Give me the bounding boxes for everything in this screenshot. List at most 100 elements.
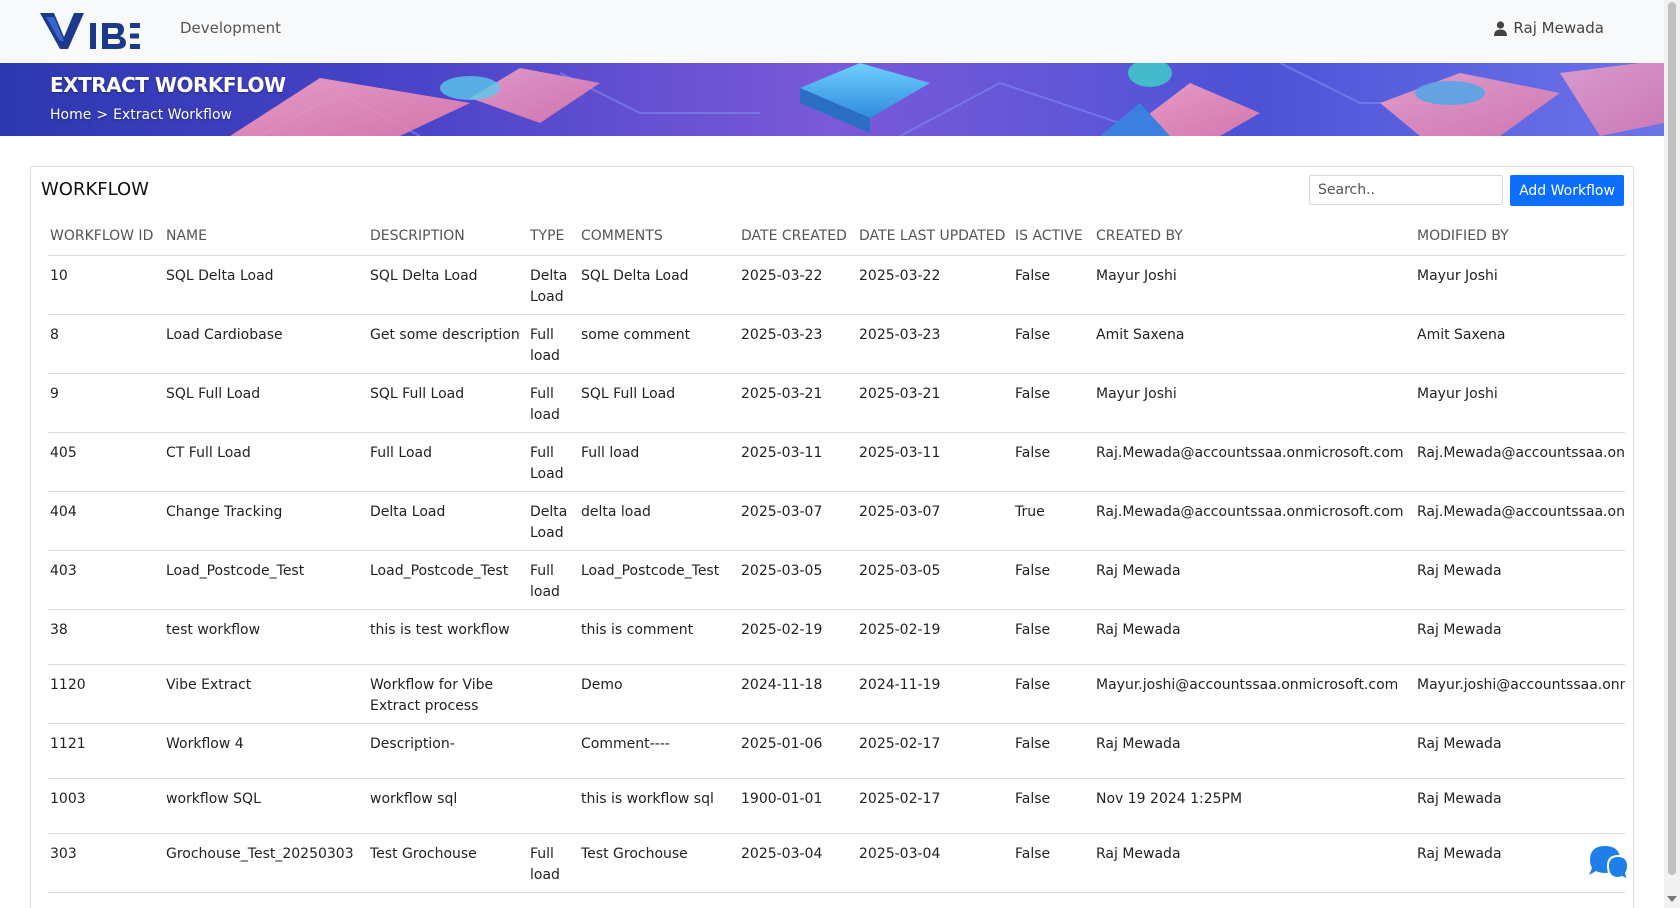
page: Development Raj Mewada EXTRACT WORKFLOW … [0,0,1680,908]
add-workflow-button[interactable]: Add Workflow [1510,175,1624,206]
cell-type: Full Load [528,432,579,492]
table-row[interactable]: 1120 Vibe Extract Workflow for Vibe Extrac… [48,664,1625,724]
cell-created-by: Raj.Mewada@accountssaa.onmicrosoft.com [1094,432,1415,492]
table-row[interactable]: 10 SQL Delta Load SQL Delta Load Delta Load… [48,255,1625,315]
cell-created-by: Nov 19 2024 1:25PM [1094,778,1415,834]
user-name: Raj Mewada [1513,19,1604,37]
table-row[interactable]: 9 SQL Full Load SQL Full Load Full load SQL … [48,373,1625,433]
table-row[interactable]: 38 test workflow this is test workflow this… [48,609,1625,665]
cell-type: Full load [528,373,579,433]
cell-created-by: Raj Mewada [1094,609,1415,665]
cell-created-by: Raj Mewada [1094,833,1415,893]
cell-modified-by: Mayur Joshi [1415,373,1625,433]
cell-description: Workflow for Vibe Extract process [368,664,528,724]
breadcrumb-home[interactable]: Home [50,107,91,123]
environment-label: Development [180,19,281,37]
cell-date-created: 1900-01-01 [739,778,857,834]
cell-workflow-id: 405 [48,432,164,492]
table-row[interactable]: 405 CT Full Load Full Load Full Load Full lo… [48,432,1625,492]
table-row[interactable]: 1003 workflow SQL workflow sql this is work… [48,778,1625,834]
cell-is-active: False [1013,550,1094,610]
cell-workflow-id: 9 [48,373,164,433]
table-row[interactable]: 403 Load_Postcode_Test Load_Postcode_Test F… [48,550,1625,610]
card-title: WORKFLOW [41,179,149,200]
vibe-logo[interactable] [40,11,140,51]
cell-comments: some comment [579,314,739,374]
cell-modified-by: Raj.Mewada@accountssaa.onmicrosoft.com [1415,432,1625,492]
cell-date-updated: 2025-02-19 [857,609,1013,665]
cell-date-created: 2025-03-11 [739,432,857,492]
table-row[interactable]: 303 Grochouse_Test_20250303 Test Grochouse… [48,833,1625,893]
cell-name: workflow SQL [164,778,368,834]
cell-description: Load_Postcode_Test [368,550,528,610]
cell-type: Full load [528,550,579,610]
cell-created-by: Mayur Joshi [1094,255,1415,315]
workflow-table-wrapper[interactable]: WORKFLOW ID NAME DESCRIPTION TYPE COMMEN… [48,217,1625,908]
cell-description: Get some description [368,314,528,374]
cell-date-updated: 2025-02-17 [857,723,1013,779]
breadcrumb-separator: > [96,107,109,123]
cell-type: Delta Load [528,255,579,315]
table-body: 10 SQL Delta Load SQL Delta Load Delta Load… [48,255,1625,893]
cell-modified-by: Mayur Joshi [1415,255,1625,315]
column-header[interactable]: MODIFIED BY [1415,217,1625,256]
cell-created-by: Raj Mewada [1094,550,1415,610]
column-header[interactable]: IS ACTIVE [1013,217,1094,256]
cell-comments: delta load [579,491,739,551]
cell-date-created: 2025-03-04 [739,833,857,893]
cell-name: Workflow 4 [164,723,368,779]
column-header[interactable]: COMMENTS [579,217,739,256]
column-header[interactable]: DESCRIPTION [368,217,528,256]
cell-description: workflow sql [368,778,528,834]
table-row[interactable]: 1121 Workflow 4 Description- Comment---- 202… [48,723,1625,779]
cell-workflow-id: 1003 [48,778,164,834]
column-header[interactable]: CREATED BY [1094,217,1415,256]
cell-workflow-id: 403 [48,550,164,610]
cell-date-created: 2025-03-22 [739,255,857,315]
column-header[interactable]: NAME [164,217,368,256]
cell-date-created: 2025-03-21 [739,373,857,433]
cell-date-updated: 2025-03-21 [857,373,1013,433]
page-scrollbar[interactable] [1664,0,1680,908]
cell-is-active: False [1013,833,1094,893]
cell-type [528,609,579,665]
cell-description: this is test workflow [368,609,528,665]
search-input[interactable] [1309,175,1503,205]
column-header[interactable]: DATE LAST UPDATED [857,217,1013,256]
cell-created-by: Amit Saxena [1094,314,1415,374]
cell-date-updated: 2025-03-11 [857,432,1013,492]
cell-name: SQL Full Load [164,373,368,433]
cell-description: Delta Load [368,491,528,551]
column-header[interactable]: TYPE [528,217,579,256]
cell-comments: Test Grochouse [579,833,739,893]
cell-type [528,723,579,779]
cell-date-created: 2025-03-07 [739,491,857,551]
chat-icon[interactable] [1586,842,1630,884]
cell-comments: SQL Delta Load [579,255,739,315]
cell-created-by: Mayur Joshi [1094,373,1415,433]
cell-created-by: Raj Mewada [1094,723,1415,779]
cell-name: Load Cardiobase [164,314,368,374]
cell-comments: Comment---- [579,723,739,779]
cell-description: SQL Full Load [368,373,528,433]
top-navbar: Development Raj Mewada [0,0,1664,63]
user-menu[interactable]: Raj Mewada [1494,19,1604,37]
cell-type [528,778,579,834]
scrollbar-thumb[interactable] [1668,2,1676,875]
cell-is-active: False [1013,609,1094,665]
cell-type: Full load [528,833,579,893]
cell-name: SQL Delta Load [164,255,368,315]
cell-type [528,664,579,724]
column-header[interactable]: DATE CREATED [739,217,857,256]
cell-date-updated: 2025-03-05 [857,550,1013,610]
breadcrumb: Home > Extract Workflow [50,107,232,123]
cell-date-created: 2024-11-18 [739,664,857,724]
cell-modified-by: Raj Mewada [1415,723,1625,779]
cell-comments: SQL Full Load [579,373,739,433]
table-row[interactable]: 404 Change Tracking Delta Load Delta Load de… [48,491,1625,551]
cell-is-active: True [1013,491,1094,551]
cell-name: test workflow [164,609,368,665]
scroll-down-arrow[interactable] [1667,896,1677,902]
column-header[interactable]: WORKFLOW ID [48,217,164,256]
table-row[interactable]: 8 Load Cardiobase Get some description Full… [48,314,1625,374]
